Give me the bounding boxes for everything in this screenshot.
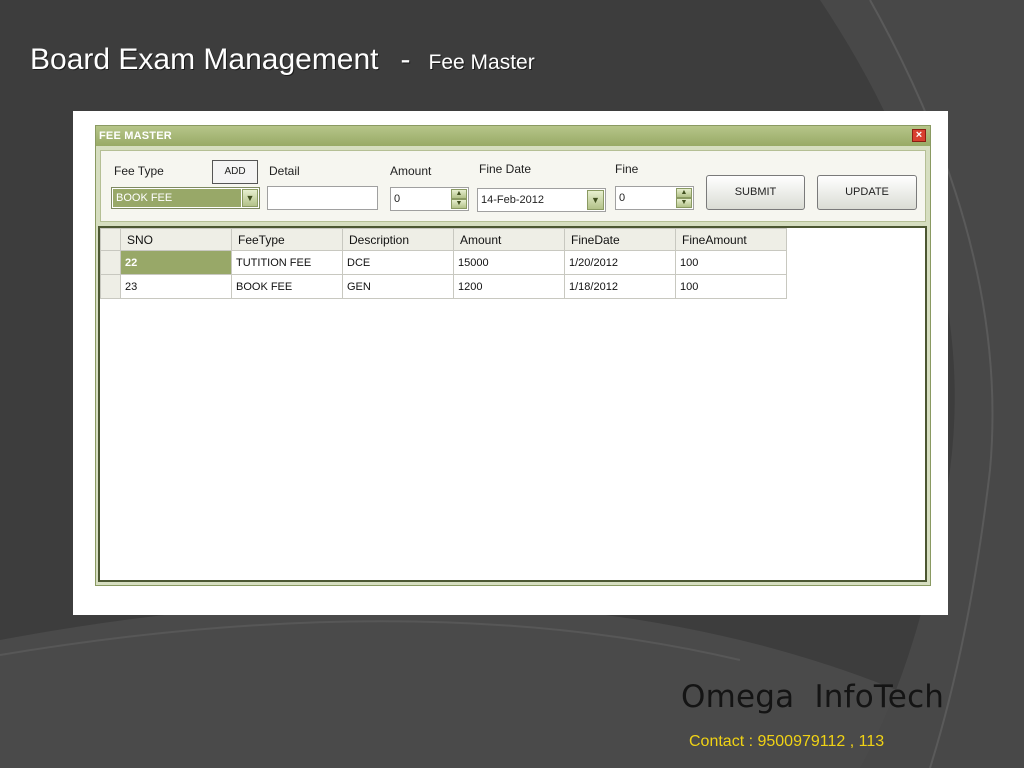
stepper-up-icon[interactable]: ▲ bbox=[451, 189, 467, 199]
table-cell[interactable]: 23 bbox=[120, 274, 232, 299]
amount-field[interactable]: 0 ▲ ▼ bbox=[390, 187, 469, 211]
slide-subtitle: Fee Master bbox=[428, 51, 535, 74]
table-header-row: SNO FeeType Description Amount FineDate … bbox=[100, 228, 787, 251]
fee-type-selected-value: BOOK FEE bbox=[113, 189, 241, 207]
window-titlebar: FEE MASTER × bbox=[96, 126, 930, 146]
calendar-dropdown-icon[interactable]: ▼ bbox=[587, 190, 604, 210]
table-row[interactable]: 23 BOOK FEE GEN 1200 1/18/2012 100 bbox=[100, 274, 787, 299]
table-cell[interactable]: 100 bbox=[675, 274, 787, 299]
fee-type-select[interactable]: BOOK FEE ▼ bbox=[111, 187, 260, 209]
submit-button[interactable]: SUBMIT bbox=[706, 175, 805, 210]
stepper-up-icon[interactable]: ▲ bbox=[676, 188, 692, 198]
table-cell[interactable]: 22 bbox=[120, 250, 232, 275]
table-cell[interactable]: GEN bbox=[342, 274, 454, 299]
contact-info: Contact : 9500979112 , 113 bbox=[689, 733, 885, 750]
update-button[interactable]: UPDATE bbox=[817, 175, 917, 210]
window-title: FEE MASTER bbox=[99, 130, 172, 142]
table-cell[interactable]: BOOK FEE bbox=[231, 274, 343, 299]
fine-date-value: 14-Feb-2012 bbox=[481, 194, 544, 206]
detail-field[interactable] bbox=[267, 186, 378, 210]
table-cell[interactable]: 1200 bbox=[453, 274, 565, 299]
amount-value: 0 bbox=[394, 193, 401, 205]
fine-value: 0 bbox=[619, 192, 626, 204]
row-selector[interactable] bbox=[100, 250, 121, 275]
column-header-sno[interactable]: SNO bbox=[120, 228, 232, 251]
fine-field[interactable]: 0 ▲ ▼ bbox=[615, 186, 694, 210]
column-header-amount[interactable]: Amount bbox=[453, 228, 565, 251]
add-fee-type-button[interactable]: ADD bbox=[212, 160, 258, 184]
company-name: Omega InfoTech bbox=[681, 679, 945, 715]
table-cell[interactable]: 15000 bbox=[453, 250, 565, 275]
fee-type-label: Fee Type bbox=[114, 164, 164, 178]
close-icon[interactable]: × bbox=[912, 129, 926, 142]
slide-title: Board Exam Management - Fee Master bbox=[30, 40, 535, 83]
fee-grid: SNO FeeType Description Amount FineDate … bbox=[98, 226, 927, 582]
table-cell[interactable]: 1/18/2012 bbox=[564, 274, 676, 299]
table-cell[interactable]: 100 bbox=[675, 250, 787, 275]
chevron-down-icon[interactable]: ▼ bbox=[242, 189, 258, 207]
column-header-fineamount[interactable]: FineAmount bbox=[675, 228, 787, 251]
column-header-description[interactable]: Description bbox=[342, 228, 454, 251]
row-header-corner bbox=[100, 228, 121, 251]
table-row[interactable]: 22 TUTITION FEE DCE 15000 1/20/2012 100 bbox=[100, 250, 787, 275]
row-selector[interactable] bbox=[100, 274, 121, 299]
table-cell[interactable]: TUTITION FEE bbox=[231, 250, 343, 275]
fee-table: SNO FeeType Description Amount FineDate … bbox=[100, 228, 787, 299]
screenshot-frame: FEE MASTER × Fee Type ADD BOOK FEE ▼ Det… bbox=[73, 111, 948, 615]
table-cell[interactable]: 1/20/2012 bbox=[564, 250, 676, 275]
fine-date-picker[interactable]: 14-Feb-2012 ▼ bbox=[477, 188, 606, 212]
stepper-down-icon[interactable]: ▼ bbox=[451, 199, 467, 209]
slide-title-separator: - bbox=[400, 43, 411, 76]
fine-stepper[interactable]: ▲ ▼ bbox=[676, 188, 692, 208]
table-cell[interactable]: DCE bbox=[342, 250, 454, 275]
fine-label: Fine bbox=[615, 162, 639, 176]
stepper-down-icon[interactable]: ▼ bbox=[676, 198, 692, 208]
fine-date-label: Fine Date bbox=[479, 162, 532, 176]
slide-title-main: Board Exam Management bbox=[30, 43, 379, 76]
fee-master-window: FEE MASTER × Fee Type ADD BOOK FEE ▼ Det… bbox=[95, 125, 931, 586]
column-header-finedate[interactable]: FineDate bbox=[564, 228, 676, 251]
amount-stepper[interactable]: ▲ ▼ bbox=[451, 189, 467, 209]
column-header-feetype[interactable]: FeeType bbox=[231, 228, 343, 251]
detail-label: Detail bbox=[269, 164, 300, 178]
amount-label: Amount bbox=[390, 164, 432, 178]
fee-entry-form: Fee Type ADD BOOK FEE ▼ Detail Amount 0 … bbox=[100, 150, 926, 222]
